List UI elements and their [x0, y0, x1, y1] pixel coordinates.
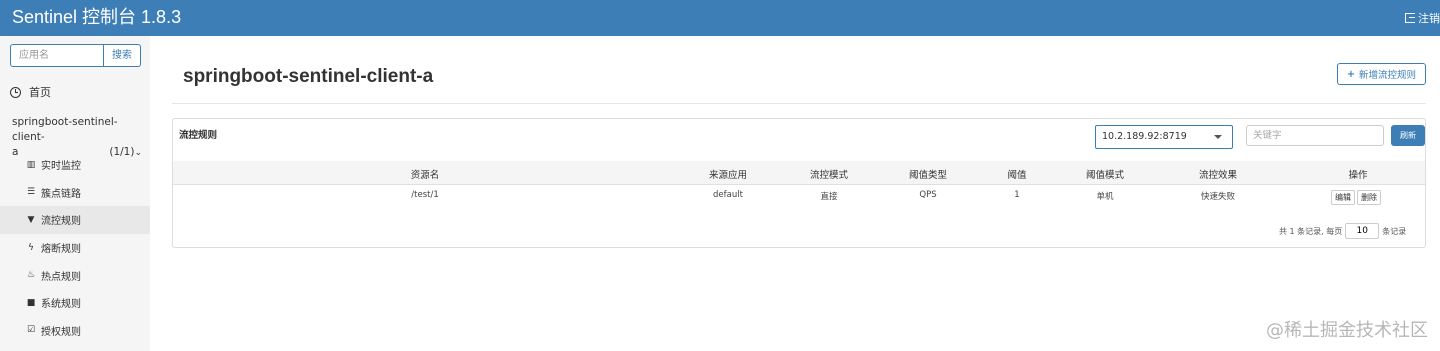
- flow-rules-panel: 流控规则 10.2.189.92:8719 刷新 资源名 来源应用 流控模式 阈…: [172, 118, 1426, 248]
- sidebar-item-1[interactable]: ☰ 簇点链路: [0, 179, 150, 207]
- page-size-input[interactable]: [1345, 223, 1380, 239]
- pager-total: 共 1 条记录, 每页: [1279, 226, 1343, 236]
- edit-button[interactable]: 编辑: [1331, 190, 1355, 205]
- table-row: /test/1 default 直接 QPS 1 单机 快速失败 编辑 删除: [173, 185, 1425, 209]
- main-content: springboot-sentinel-client-a + 新增流控规则 流控…: [150, 36, 1440, 351]
- app-search-input[interactable]: [10, 44, 104, 67]
- watermark: @稀土掘金技术社区: [1266, 320, 1428, 341]
- machine-select-value: 10.2.189.92:8719: [1102, 131, 1187, 142]
- sidebar-item-0[interactable]: ▥ 实时监控: [0, 151, 150, 179]
- keyword-input[interactable]: [1246, 125, 1384, 146]
- search-button[interactable]: 搜索: [104, 44, 141, 67]
- col-resource: 资源名: [410, 170, 440, 181]
- filter-icon: ▼: [27, 214, 35, 225]
- cell-effect: 快速失败: [1200, 192, 1236, 202]
- col-grade: 阈值类型: [908, 170, 948, 181]
- sidebar-menu: ▥ 实时监控 ☰ 簇点链路 ▼ 流控规则 ϟ 熔断规则 ♨ 热点规则 ■ 系统规则 ☑ 授权规则: [0, 151, 150, 344]
- divider: [172, 103, 1426, 104]
- refresh-button[interactable]: 刷新: [1391, 125, 1425, 146]
- app-name-line1: springboot-sentinel-client-: [12, 116, 118, 143]
- cell-limit-app: default: [713, 190, 743, 200]
- col-actions: 操作: [1348, 170, 1368, 181]
- lock-icon: ■: [26, 297, 36, 308]
- home-label: 首页: [29, 86, 51, 99]
- bar-chart-icon: ▥: [26, 159, 36, 170]
- sidebar-item-4[interactable]: ♨ 热点规则: [0, 261, 150, 289]
- page-title: springboot-sentinel-client-a: [183, 66, 434, 87]
- sidebar-item-6[interactable]: ☑ 授权规则: [0, 317, 150, 345]
- machine-select[interactable]: 10.2.189.92:8719: [1095, 125, 1233, 149]
- add-flow-rule-button[interactable]: + 新增流控规则: [1337, 63, 1426, 85]
- sidebar-item-home[interactable]: 首页: [10, 84, 51, 100]
- col-count: 阈值: [1007, 170, 1027, 181]
- delete-button[interactable]: 删除: [1357, 190, 1381, 205]
- sidebar-item-label: 实时监控: [41, 161, 81, 173]
- sidebar-item-label: 流控规则: [41, 216, 81, 228]
- sidebar-item-label: 系统规则: [41, 299, 81, 311]
- cell-count: 1: [1014, 190, 1020, 200]
- top-navbar: Sentinel 控制台 1.8.3 注销: [0, 0, 1440, 36]
- cell-mode: 直接: [820, 192, 838, 202]
- flash-icon: ϟ: [28, 242, 34, 253]
- logout-link[interactable]: 注销: [1405, 10, 1440, 26]
- check-square-icon: ☑: [26, 325, 36, 336]
- sign-out-icon: [1405, 13, 1415, 23]
- logout-label: 注销: [1418, 12, 1440, 25]
- app-title[interactable]: Sentinel 控制台 1.8.3: [12, 5, 181, 29]
- add-flow-rule-label: 新增流控规则: [1358, 70, 1416, 81]
- plus-icon: +: [1347, 68, 1355, 80]
- row-actions: 编辑 删除: [1331, 190, 1381, 205]
- caret-down-icon: [1214, 135, 1222, 139]
- col-limit-app: 来源应用: [708, 170, 748, 181]
- sidebar: 搜索 首页 springboot-sentinel-client- a (1/1…: [0, 36, 150, 351]
- pagination: 共 1 条记录, 每页 条记录: [1279, 223, 1406, 239]
- cell-resource: /test/1: [411, 190, 439, 200]
- cell-cluster-mode: 单机: [1096, 192, 1114, 202]
- fire-icon: ♨: [26, 270, 36, 281]
- sidebar-item-label: 热点规则: [41, 271, 81, 283]
- sidebar-item-label: 授权规则: [41, 326, 81, 338]
- col-cluster-mode: 阈值模式: [1085, 170, 1125, 181]
- col-effect: 流控效果: [1198, 170, 1238, 181]
- app-search: 搜索: [10, 44, 141, 67]
- sidebar-item-label: 熔断规则: [41, 244, 81, 256]
- sidebar-item-label: 簇点链路: [41, 188, 81, 200]
- sidebar-item-5[interactable]: ■ 系统规则: [0, 289, 150, 317]
- sidebar-item-2[interactable]: ▼ 流控规则: [0, 206, 150, 234]
- sidebar-item-3[interactable]: ϟ 熔断规则: [0, 234, 150, 262]
- panel-title: 流控规则: [179, 130, 218, 141]
- clock-icon: [10, 86, 21, 98]
- col-mode: 流控模式: [809, 170, 849, 181]
- list-icon: ☰: [26, 187, 36, 198]
- table-header: 资源名 来源应用 流控模式 阈值类型 阈值 阈值模式 流控效果 操作: [173, 161, 1425, 185]
- pager-unit: 条记录: [1382, 226, 1407, 236]
- cell-grade: QPS: [919, 190, 937, 200]
